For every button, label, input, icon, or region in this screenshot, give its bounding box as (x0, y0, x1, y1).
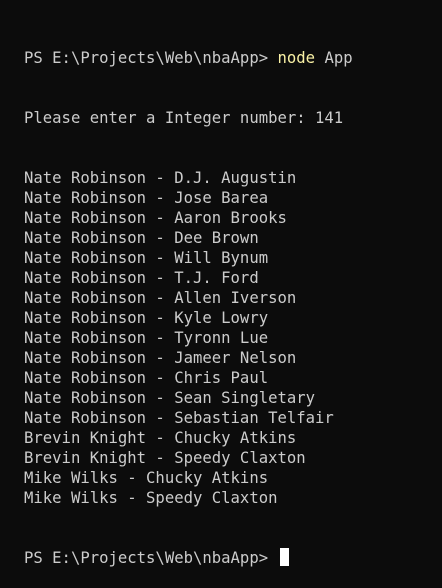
output-line: Nate Robinson - Sebastian Telfair (24, 409, 334, 427)
output-line: Nate Robinson - Jameer Nelson (24, 349, 297, 367)
output-line: Nate Robinson - Will Bynum (24, 249, 269, 267)
output-line: Nate Robinson - Sean Singletary (24, 389, 316, 407)
text-cursor (279, 548, 289, 566)
output-line: Nate Robinson - Tyronn Lue (24, 329, 269, 347)
output-line: Nate Robinson - Dee Brown (24, 229, 259, 247)
command-line: PS E:\Projects\Web\nbaApp> node App (24, 48, 442, 68)
output-list: Nate Robinson - D.J. Augustin Nate Robins… (24, 168, 442, 508)
output-line: Nate Robinson - T.J. Ford (24, 269, 259, 287)
command-arg-text: App (324, 49, 353, 67)
output-line: Nate Robinson - Aaron Brooks (24, 209, 287, 227)
prompt-text: PS E:\Projects\Web\nbaApp> (24, 49, 269, 67)
output-line: Nate Robinson - Jose Barea (24, 189, 269, 207)
output-line: Nate Robinson - Chris Paul (24, 369, 269, 387)
command-text: node (277, 49, 316, 67)
input-prompt-line: Please enter a Integer number: 141 (24, 109, 344, 127)
output-line: Mike Wilks - Chucky Atkins (24, 469, 269, 487)
output-line: Brevin Knight - Chucky Atkins (24, 429, 297, 447)
terminal-window[interactable]: PS E:\Projects\Web\nbaApp> node App Plea… (0, 0, 442, 567)
final-prompt-line[interactable]: PS E:\Projects\Web\nbaApp> (24, 548, 442, 568)
output-line: Nate Robinson - Allen Iverson (24, 289, 297, 307)
output-line: Nate Robinson - D.J. Augustin (24, 169, 297, 187)
final-prompt-text: PS E:\Projects\Web\nbaApp> (24, 549, 269, 567)
output-line: Mike Wilks - Speedy Claxton (24, 489, 278, 507)
output-line: Brevin Knight - Speedy Claxton (24, 449, 306, 467)
output-line: Nate Robinson - Kyle Lowry (24, 309, 269, 327)
